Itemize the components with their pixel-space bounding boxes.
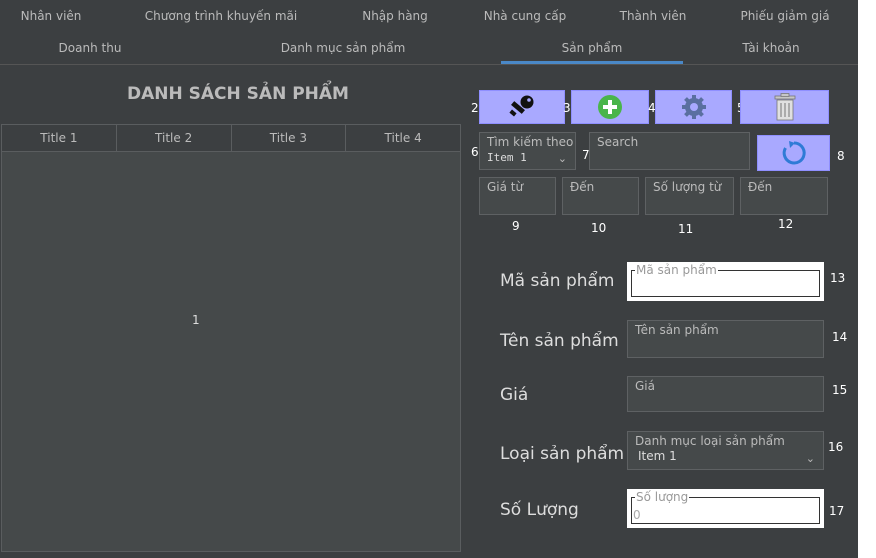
price-to-input[interactable]: Đến [562,177,639,215]
label-10: 10 [591,221,607,235]
tab-phieu-giam-gia[interactable]: Phiếu giảm giá [735,0,835,32]
category-value: Item 1 [638,449,677,463]
add-button[interactable] [571,90,649,124]
price-label: Giá [500,385,529,405]
product-name-field[interactable]: Tên sản phẩm [627,320,824,358]
trash-icon [774,93,795,121]
tab-nhap-hang[interactable]: Nhập hàng [345,0,445,32]
table-area-label: 1 [192,313,200,327]
quantity-from-label: Số lượng từ [653,180,722,194]
product-code-field-label: Mã sản phẩm [635,263,718,277]
label-11: 11 [678,222,694,236]
tab-san-pham[interactable]: Sản phẩm [501,32,683,64]
key-icon [509,95,534,117]
search-label: Search [597,135,639,149]
column-header[interactable]: Title 3 [232,125,347,151]
delete-button[interactable] [740,90,829,124]
label-13: 13 [830,271,846,285]
tab-row-2: Doanh thu Danh mục sản phẩm Sản phẩm Tài… [0,32,858,64]
quantity-value: 0 [633,508,641,522]
column-header[interactable]: Title 1 [2,125,117,151]
quantity-field[interactable]: Số lượng 0 [627,489,824,528]
search-by-value: Item 1 [487,151,527,164]
tab-divider [0,64,858,65]
category-select[interactable]: Danh mục loại sản phẩm Item 1 ⌄ [627,431,824,470]
column-header[interactable]: Title 2 [117,125,232,151]
quantity-to-input[interactable]: Đến [740,177,828,215]
list-title: DANH SÁCH SẢN PHẨM [127,84,349,104]
search-input[interactable]: Search [589,132,750,170]
price-field-label: Giá [635,379,655,393]
product-code-field[interactable]: Mã sản phẩm [627,262,824,301]
tab-nhan-vien[interactable]: Nhân viên [0,0,102,32]
quantity-label: Số Lượng [500,500,579,520]
quantity-field-label: Số lượng [635,490,690,504]
tab-nha-cung-cap[interactable]: Nhà cung cấp [475,0,575,32]
price-to-label: Đến [570,180,595,194]
product-name-field-label: Tên sản phẩm [635,323,719,337]
table-header: Title 1 Title 2 Title 3 Title 4 [2,125,460,152]
label-12: 12 [778,217,794,231]
search-by-label: Tìm kiếm theo [487,135,574,149]
search-by-select[interactable]: Tìm kiếm theo Item 1 ⌄ [479,132,576,170]
gear-icon [681,95,706,119]
name-label: Tên sản phẩm [500,331,619,351]
category-label: Loại sản phẩm [500,444,625,464]
refresh-button[interactable] [757,135,830,171]
category-field-label: Danh mục loại sản phẩm [635,434,785,448]
price-field[interactable]: Giá [627,376,824,412]
code-label: Mã sản phẩm [500,271,615,291]
label-17: 17 [829,504,845,518]
tab-chuong-trinh-khuyen-mai[interactable]: Chương trình khuyến mãi [137,0,305,32]
chevron-down-icon: ⌄ [805,452,815,465]
key-button[interactable] [479,90,565,124]
label-2: 2 [471,101,479,115]
label-9: 9 [512,219,520,233]
refresh-icon [782,141,806,165]
price-from-input[interactable]: Giá từ [479,177,556,215]
label-14: 14 [832,330,848,344]
settings-button[interactable] [655,90,732,124]
quantity-to-label: Đến [748,180,773,194]
label-3: 3 [563,101,571,115]
tab-thanh-vien[interactable]: Thành viên [605,0,701,32]
window-edge [858,0,876,558]
product-table[interactable]: Title 1 Title 2 Title 3 Title 4 1 [1,124,461,552]
tab-row-1: Nhân viên Chương trình khuyến mãi Nhập h… [0,0,858,32]
label-15: 15 [832,383,848,397]
tab-danh-muc-san-pham[interactable]: Danh mục sản phẩm [270,32,416,64]
chevron-down-icon: ⌄ [557,152,567,165]
label-6: 6 [471,145,479,159]
quantity-from-input[interactable]: Số lượng từ [645,177,734,215]
add-icon [598,95,622,119]
tab-doanh-thu[interactable]: Doanh thu [30,32,150,64]
column-header[interactable]: Title 4 [346,125,460,151]
tab-tai-khoan[interactable]: Tài khoản [720,32,822,64]
label-8: 8 [837,149,845,163]
label-16: 16 [828,440,844,454]
price-from-label: Giá từ [487,180,524,194]
